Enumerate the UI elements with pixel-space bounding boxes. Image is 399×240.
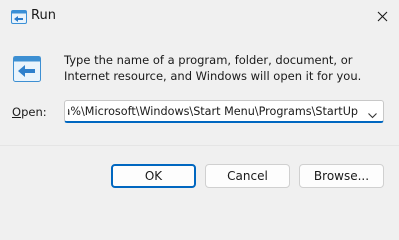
run-dialog: Run Type the name of a program, folder, … bbox=[0, 0, 399, 206]
button-bar: OK Cancel Browse... bbox=[0, 145, 399, 206]
chevron-down-icon[interactable] bbox=[367, 106, 378, 119]
browse-button[interactable]: Browse... bbox=[299, 164, 384, 188]
open-combobox[interactable]: :a%\Microsoft\Windows\Start Menu\Program… bbox=[64, 100, 384, 123]
open-label-text: pen: bbox=[21, 105, 47, 119]
open-input-value: :a%\Microsoft\Windows\Start Menu\Program… bbox=[68, 105, 358, 118]
open-input[interactable]: :a%\Microsoft\Windows\Start Menu\Program… bbox=[68, 104, 358, 120]
run-icon bbox=[11, 9, 27, 24]
window-title: Run bbox=[31, 8, 56, 23]
title-bar[interactable]: Run bbox=[0, 0, 399, 34]
dialog-description: Type the name of a program, folder, docu… bbox=[64, 53, 362, 83]
close-icon bbox=[377, 7, 388, 26]
open-label-accelerator: O bbox=[12, 105, 22, 119]
open-label: Open: bbox=[12, 104, 47, 120]
close-button[interactable] bbox=[366, 0, 399, 32]
cancel-button[interactable]: Cancel bbox=[205, 164, 290, 188]
dialog-body: Type the name of a program, folder, docu… bbox=[0, 34, 399, 145]
run-app-icon bbox=[13, 56, 41, 82]
ok-button[interactable]: OK bbox=[111, 164, 196, 188]
